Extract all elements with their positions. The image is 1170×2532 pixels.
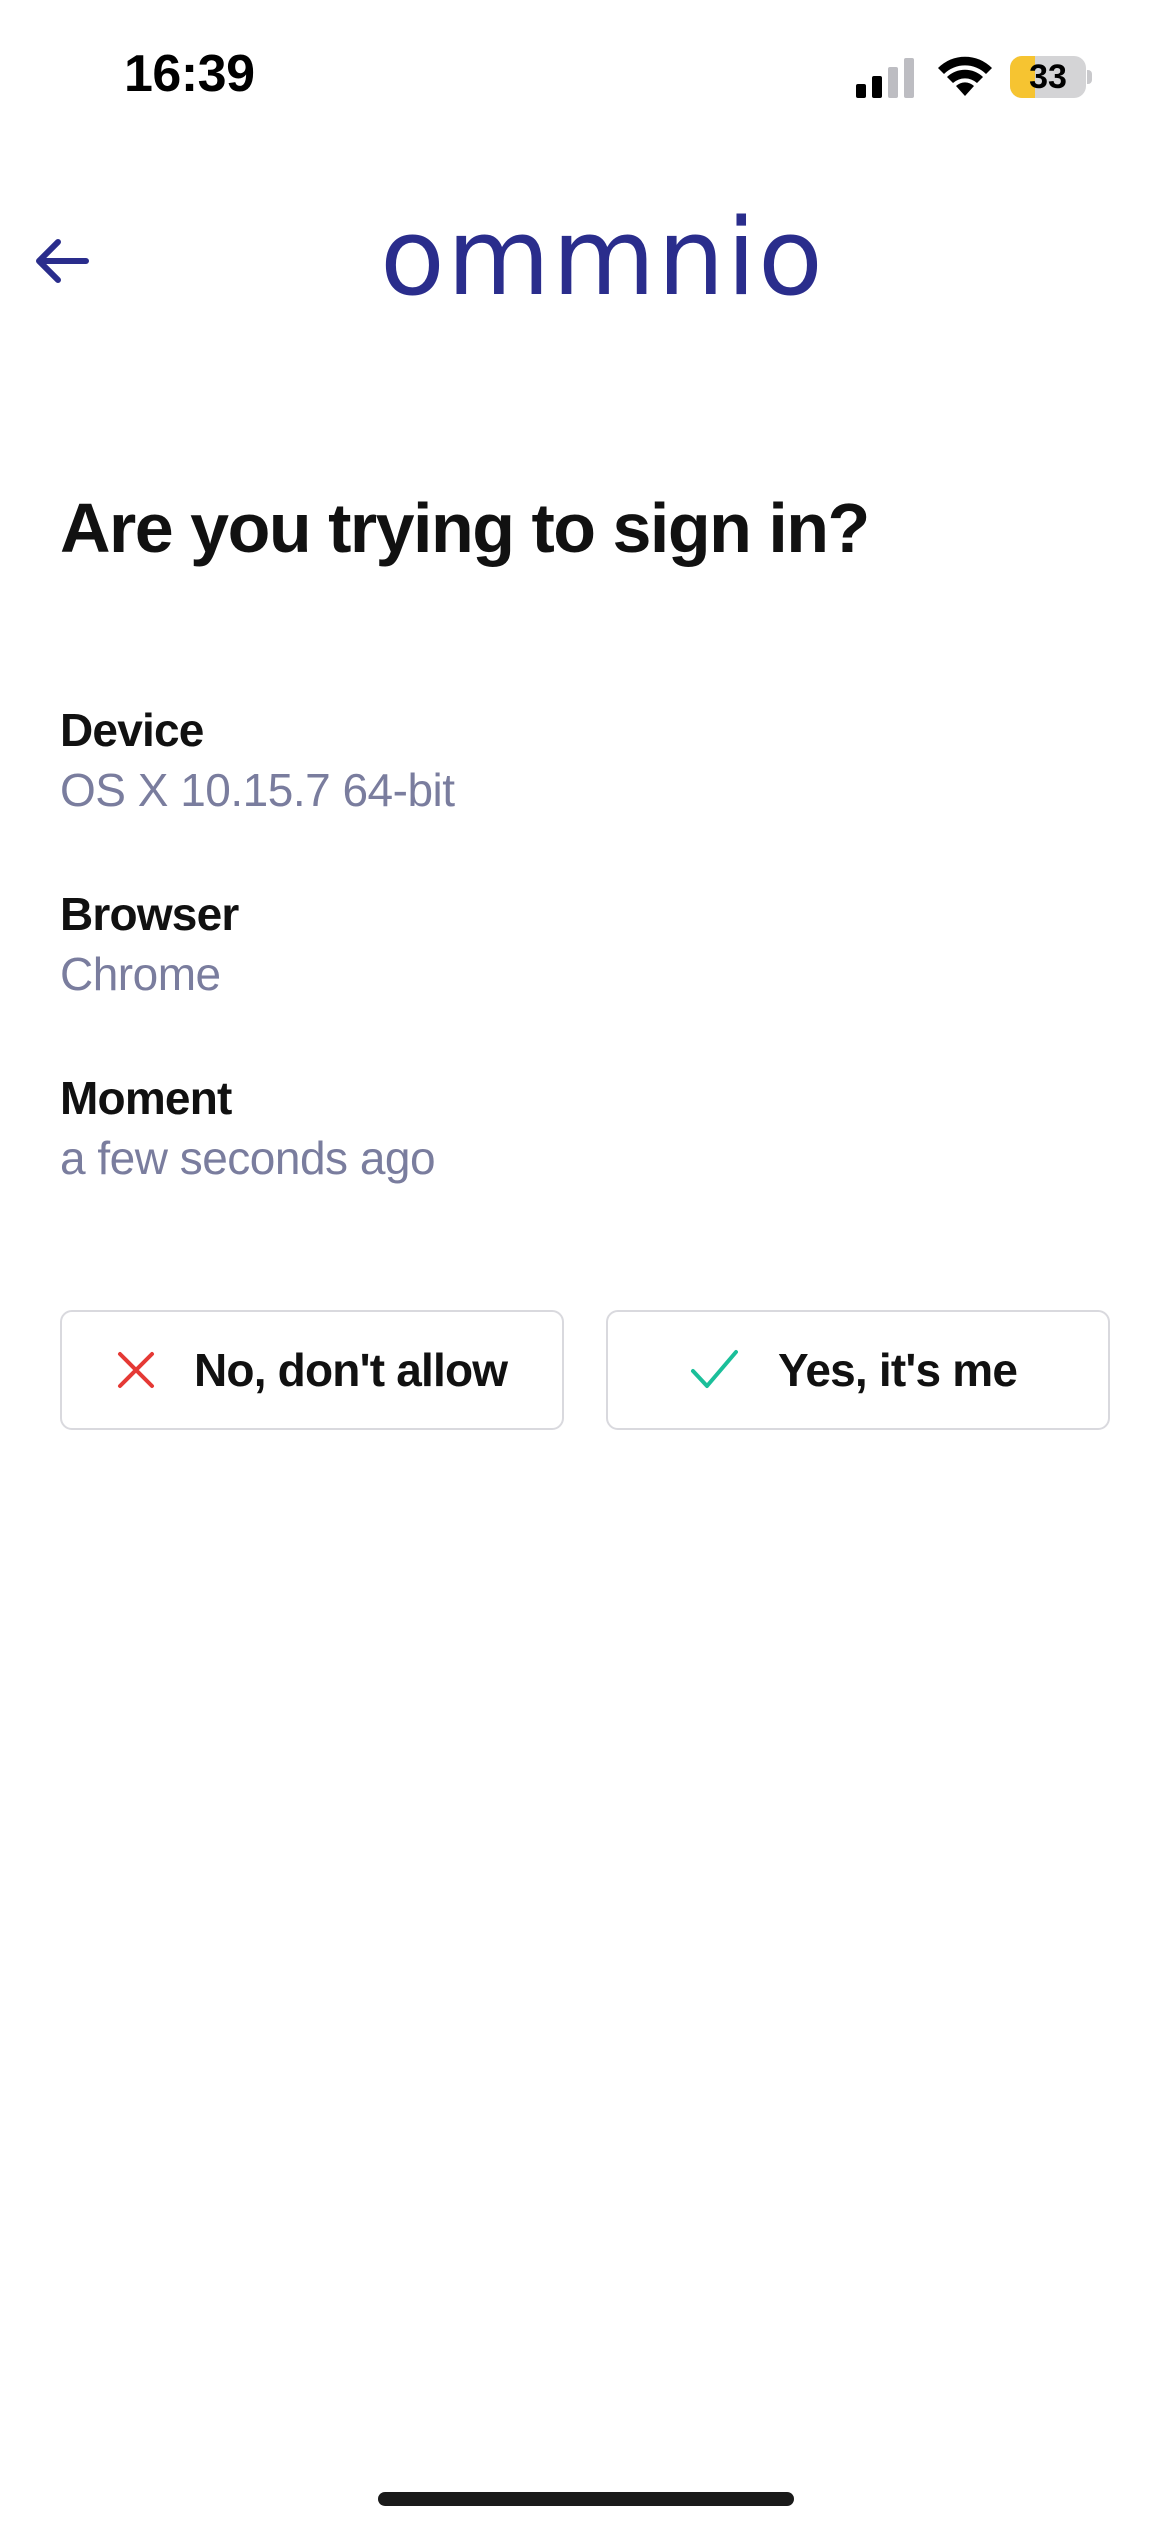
back-arrow-icon[interactable] (28, 228, 94, 294)
wifi-icon (938, 56, 992, 96)
home-indicator[interactable] (378, 2492, 794, 2506)
moment-label: Moment (60, 1072, 232, 1124)
moment-value: a few seconds ago (60, 1132, 436, 1184)
status-time: 16:39 (124, 45, 255, 103)
moment-detail: Moment a few seconds ago (60, 1068, 436, 1188)
sign-in-confirmation-screen: 16:39 33 ommnio Are you trying to sign i… (0, 0, 1170, 2532)
device-value: OS X 10.15.7 64-bit (60, 764, 455, 816)
deny-button[interactable]: No, don't allow (60, 1310, 564, 1430)
checkmark-icon (691, 1350, 738, 1388)
allow-button-label: Yes, it's me (778, 1344, 1018, 1396)
device-detail: Device OS X 10.15.7 64-bit (60, 700, 455, 820)
device-label: Device (60, 704, 204, 756)
battery-tip (1087, 70, 1092, 84)
close-icon (118, 1352, 154, 1388)
ommnio-logo: ommnio (380, 196, 825, 319)
browser-value: Chrome (60, 948, 221, 1000)
page-title: Are you trying to sign in? (60, 489, 870, 567)
cellular-signal-icon (856, 58, 914, 98)
browser-label: Browser (60, 888, 239, 940)
battery-level: 33 (1029, 58, 1067, 96)
deny-button-label: No, don't allow (194, 1344, 508, 1396)
browser-detail: Browser Chrome (60, 884, 239, 1004)
battery-icon: 33 (1010, 56, 1092, 98)
allow-button[interactable]: Yes, it's me (606, 1310, 1110, 1430)
